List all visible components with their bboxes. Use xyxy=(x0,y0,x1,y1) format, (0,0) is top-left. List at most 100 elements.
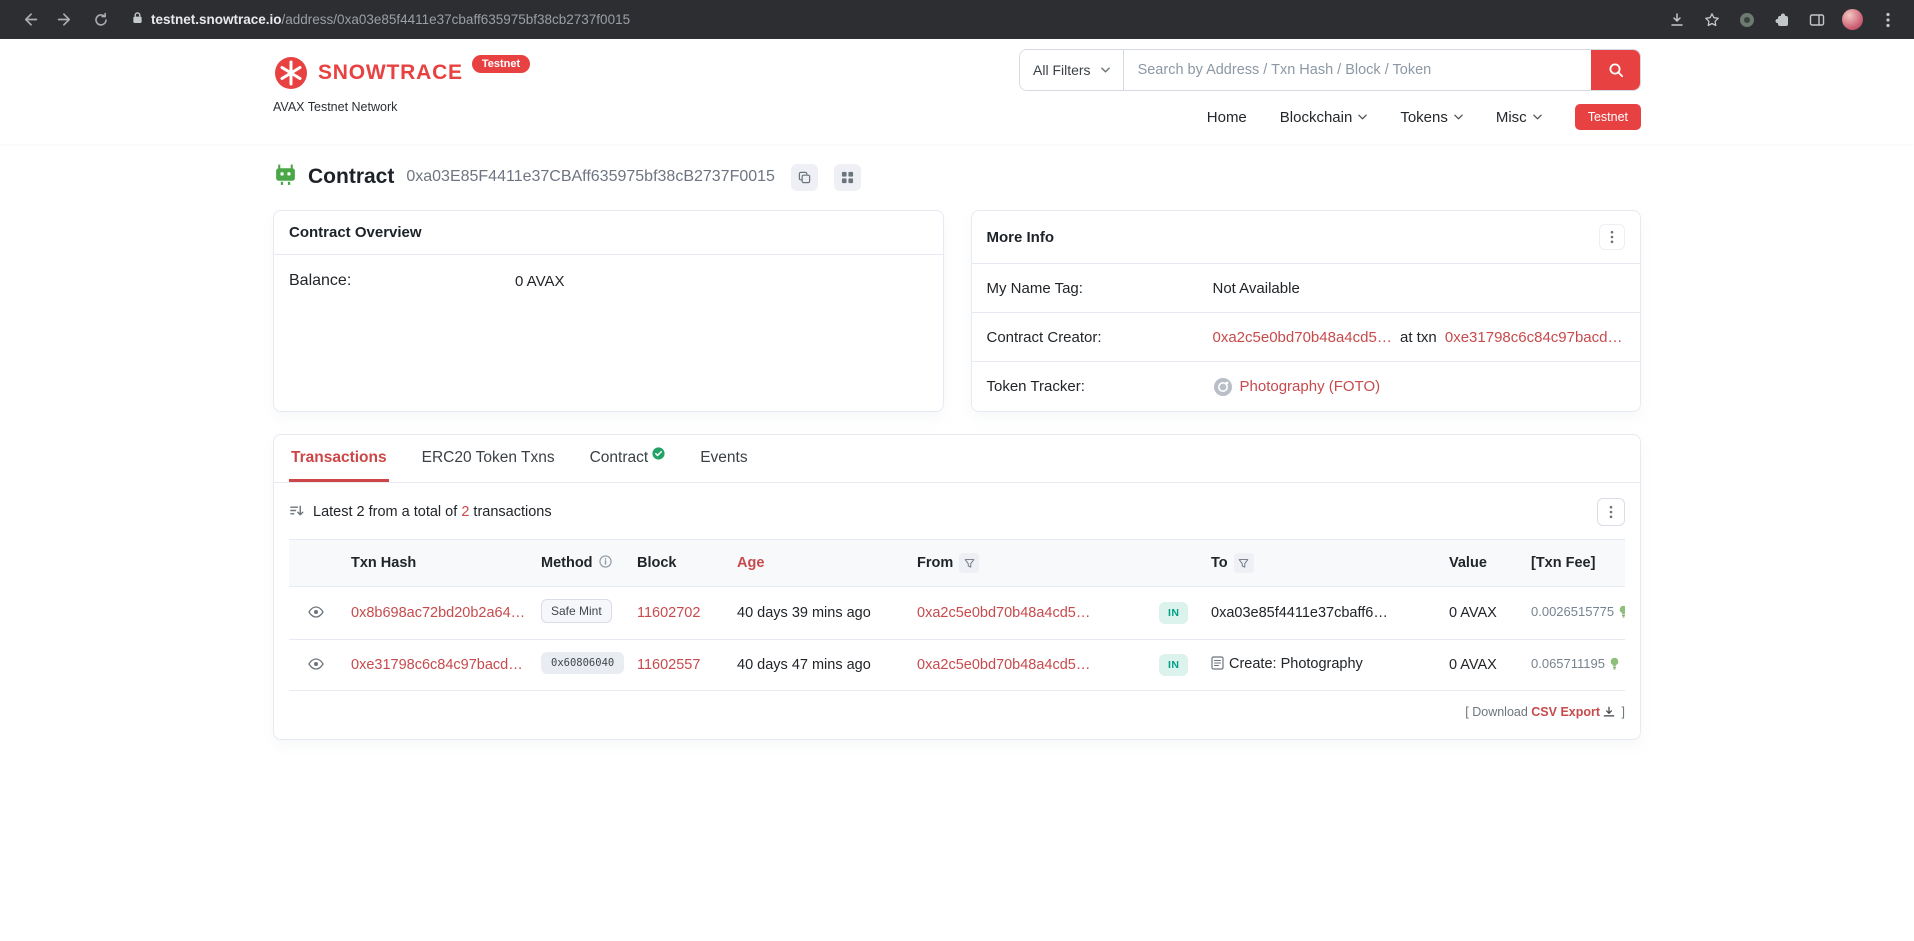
filter-icon xyxy=(1238,558,1249,569)
tab-transactions[interactable]: Transactions xyxy=(289,435,389,482)
col-header-value: Value xyxy=(1441,540,1523,587)
to-cell: 0xa03e85f4411e37cbaff6… xyxy=(1203,587,1441,640)
col-header-age[interactable]: Age xyxy=(729,540,909,587)
download-arrow-icon xyxy=(1603,707,1615,721)
from-header-label: From xyxy=(917,555,953,571)
main-content: Contract 0xa03E85F4411e37CBAff635975bf38… xyxy=(273,162,1641,740)
token-tracker-link[interactable]: Photography (FOTO) xyxy=(1240,378,1381,395)
browser-forward-icon[interactable] xyxy=(52,7,78,33)
age-cell: 40 days 39 mins ago xyxy=(729,587,909,640)
extension-badge-icon[interactable] xyxy=(1737,10,1757,30)
main-nav: Home Blockchain Tokens Misc Testnet xyxy=(1207,104,1641,130)
snowtrace-logo[interactable]: SNOWTRACE Testnet xyxy=(273,55,530,91)
creator-address-link[interactable]: 0xa2c5e0bd70b48a4cd5… xyxy=(1213,329,1392,346)
col-header-txn-hash: Txn Hash xyxy=(343,540,533,587)
eye-icon xyxy=(308,606,324,618)
name-tag-value: Not Available xyxy=(1213,280,1300,297)
balance-value: 0 AVAX xyxy=(515,273,564,290)
creation-txn-link[interactable]: 0xe31798c6c84c97bacd… xyxy=(1445,329,1623,346)
table-header-row: Txn Hash Method Block Age xyxy=(289,540,1625,587)
search-input[interactable] xyxy=(1124,50,1591,90)
to-header-label: To xyxy=(1211,555,1228,571)
txn-fee-value: 0.0026515775 xyxy=(1531,604,1614,619)
value-cell: 0 AVAX xyxy=(1441,640,1523,691)
copy-icon xyxy=(798,171,811,184)
contract-avatar-icon xyxy=(273,162,298,192)
chevron-down-icon xyxy=(1101,67,1110,73)
tab-bar: Transactions ERC20 Token Txns Contract E… xyxy=(274,435,1640,483)
gas-lightbulb-icon xyxy=(1609,659,1620,675)
bookmark-star-icon[interactable] xyxy=(1702,10,1722,30)
summary-prefix: Latest 2 from a total of xyxy=(313,504,461,520)
side-panel-icon[interactable] xyxy=(1807,10,1827,30)
tab-erc20-token-txns[interactable]: ERC20 Token Txns xyxy=(420,435,557,482)
block-link[interactable]: 11602702 xyxy=(637,605,700,621)
transaction-row: 0x8b698ac72bd20b2a64… Safe Mint 11602702… xyxy=(289,587,1625,640)
network-switch-button[interactable]: Testnet xyxy=(1575,104,1641,130)
age-cell: 40 days 47 mins ago xyxy=(729,640,909,691)
from-filter-button[interactable] xyxy=(959,553,979,573)
csv-export-link[interactable]: CSV Export xyxy=(1531,705,1600,719)
col-header-txn-fee: [Txn Fee] xyxy=(1523,540,1625,587)
from-address-link[interactable]: 0xa2c5e0bd70b48a4cd5… xyxy=(917,657,1090,673)
contract-overview-card: Contract Overview Balance: 0 AVAX xyxy=(273,210,944,412)
filter-icon xyxy=(964,558,975,569)
transactions-table: Txn Hash Method Block Age xyxy=(289,539,1625,691)
contract-address: 0xa03E85F4411e37CBAff635975bf38cB2737F00… xyxy=(406,168,775,186)
tab-events[interactable]: Events xyxy=(698,435,749,482)
block-link[interactable]: 11602557 xyxy=(637,657,700,673)
more-info-menu-button[interactable] xyxy=(1599,224,1625,250)
browser-menu-icon[interactable] xyxy=(1878,10,1898,30)
tab-contract[interactable]: Contract xyxy=(588,435,668,482)
kebab-menu-icon xyxy=(1609,505,1613,519)
qr-code-button[interactable] xyxy=(834,164,861,191)
txn-hash-link[interactable]: 0xe31798c6c84c97bacd… xyxy=(351,657,523,673)
at-txn-text: at txn xyxy=(1400,329,1437,346)
value-cell: 0 AVAX xyxy=(1441,587,1523,640)
csv-prefix: [ Download xyxy=(1465,705,1531,719)
info-icon[interactable] xyxy=(599,555,612,572)
snowtrace-logo-icon xyxy=(273,55,309,91)
copy-address-button[interactable] xyxy=(791,164,818,191)
txn-hash-link[interactable]: 0x8b698ac72bd20b2a64… xyxy=(351,605,525,621)
download-icon[interactable] xyxy=(1667,10,1687,30)
logo-testnet-badge: Testnet xyxy=(472,55,530,73)
nav-home[interactable]: Home xyxy=(1207,109,1247,126)
tab-erc20-label: ERC20 Token Txns xyxy=(422,449,555,467)
method-badge: Safe Mint xyxy=(541,599,612,623)
preview-txn-button[interactable] xyxy=(306,656,326,675)
from-address-link[interactable]: 0xa2c5e0bd70b48a4cd5… xyxy=(917,605,1090,621)
search-filter-select[interactable]: All Filters xyxy=(1020,50,1124,90)
verified-check-icon xyxy=(652,447,665,465)
page-title-row: Contract 0xa03E85F4411e37CBAff635975bf38… xyxy=(273,162,1641,192)
col-header-method: Method xyxy=(533,540,629,587)
browser-toolbar: testnet.snowtrace.io/address/0xa03e85f44… xyxy=(0,0,1914,39)
nav-misc-label: Misc xyxy=(1496,109,1527,126)
search-button[interactable] xyxy=(1591,50,1640,90)
browser-back-icon[interactable] xyxy=(16,7,42,33)
address-bar[interactable]: testnet.snowtrace.io/address/0xa03e85f44… xyxy=(132,11,1643,29)
nav-blockchain[interactable]: Blockchain xyxy=(1280,109,1368,126)
col-header-direction xyxy=(1151,540,1203,587)
extensions-puzzle-icon[interactable] xyxy=(1772,10,1792,30)
more-info-card: More Info My Name Tag: Not Available Con… xyxy=(971,210,1642,412)
tab-contract-label: Contract xyxy=(590,449,649,467)
contract-creator-label: Contract Creator: xyxy=(987,329,1213,346)
browser-profile-avatar[interactable] xyxy=(1842,9,1863,30)
url-path: /address/0xa03e85f4411e37cbaff635975bf38… xyxy=(282,12,631,27)
summary-suffix: transactions xyxy=(469,504,551,520)
search-bar: All Filters xyxy=(1019,49,1641,91)
to-filter-button[interactable] xyxy=(1234,553,1254,573)
col-header-eye xyxy=(289,540,343,587)
col-header-from: From xyxy=(909,540,1151,587)
nav-misc[interactable]: Misc xyxy=(1496,109,1542,126)
chevron-down-icon xyxy=(1533,114,1542,120)
preview-txn-button[interactable] xyxy=(306,604,326,623)
nav-tokens-label: Tokens xyxy=(1400,109,1448,126)
transactions-card: Transactions ERC20 Token Txns Contract E… xyxy=(273,434,1641,740)
browser-refresh-icon[interactable] xyxy=(88,7,114,33)
direction-badge: IN xyxy=(1159,654,1188,676)
nav-tokens[interactable]: Tokens xyxy=(1400,109,1463,126)
table-options-button[interactable] xyxy=(1597,498,1625,526)
transactions-summary: Latest 2 from a total of 2 transactions xyxy=(313,504,552,520)
